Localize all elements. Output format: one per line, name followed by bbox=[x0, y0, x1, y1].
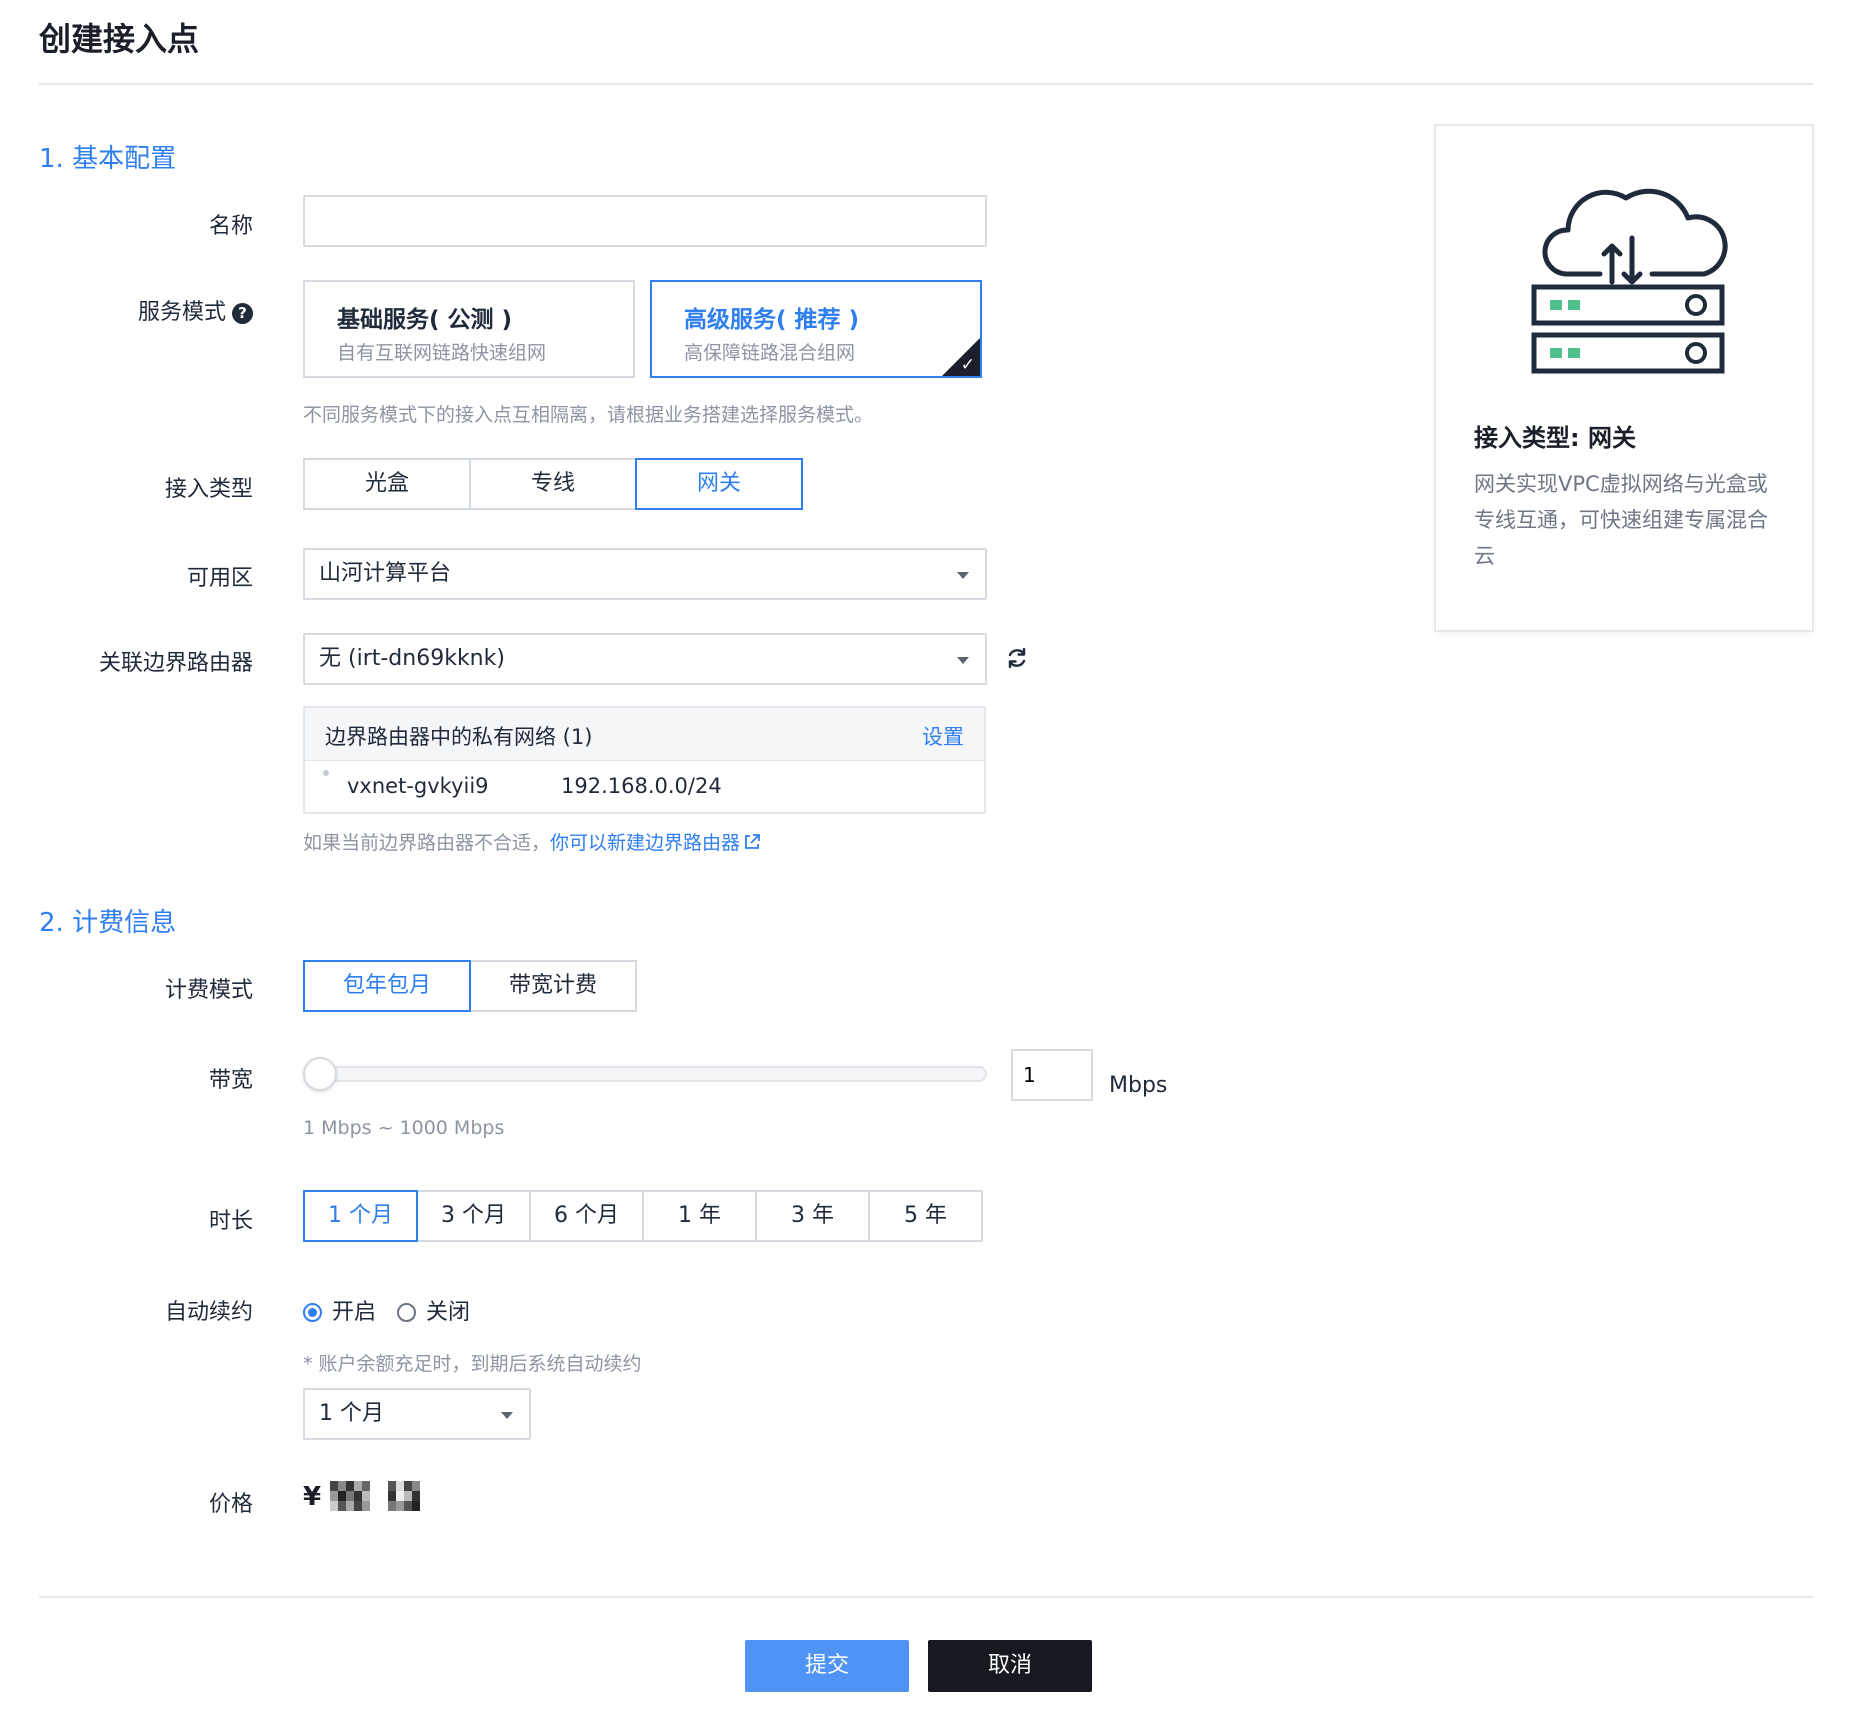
create-border-router-link[interactable]: 你可以新建边界路由器 bbox=[550, 832, 761, 854]
renew-period-value: 1 个月 bbox=[319, 1401, 384, 1426]
duration-segmented: 1 个月 3 个月 6 个月 1 年 3 年 5 年 bbox=[303, 1190, 983, 1242]
zone-label: 可用区 bbox=[186, 566, 253, 591]
create-border-router-link-text: 你可以新建边界路由器 bbox=[550, 832, 741, 854]
price-value: ¥ bbox=[303, 1481, 430, 1512]
duration-option-6m[interactable]: 6 个月 bbox=[529, 1190, 644, 1242]
auto-renew-on-option[interactable]: 开启 bbox=[303, 1300, 376, 1325]
section-title-billing: 2. 计费信息 bbox=[39, 908, 177, 938]
zone-select[interactable]: 山河计算平台 bbox=[303, 548, 987, 600]
price-label: 价格 bbox=[208, 1492, 253, 1517]
service-mode-hint: 不同服务模式下的接入点互相隔离，请根据业务搭建选择服务模式。 bbox=[303, 404, 874, 426]
cloud-gateway-icon bbox=[1531, 188, 1728, 374]
access-type-info-card: 接入类型: 网关 网关实现VPC虚拟网络与光盒或专线互通，可快速组建专属混合云 bbox=[1434, 124, 1814, 632]
bandwidth-slider-thumb[interactable] bbox=[303, 1057, 337, 1091]
footer-divider bbox=[39, 1596, 1813, 1598]
service-mode-basic-card[interactable]: 基础服务( 公测 ) 自有互联网链路快速组网 bbox=[303, 280, 635, 378]
auto-renew-on-label: 开启 bbox=[332, 1300, 377, 1325]
access-type-option-leased-line[interactable]: 专线 bbox=[469, 458, 637, 510]
border-router-hint-text: 如果当前边界路由器不合适， bbox=[303, 832, 551, 854]
router-networks-panel-header: 边界路由器中的私有网络 (1) 设置 bbox=[305, 708, 984, 761]
border-router-select-value: 无 (irt-dn69kknk) bbox=[319, 646, 505, 671]
renew-period-select[interactable]: 1 个月 bbox=[303, 1388, 531, 1440]
duration-option-3y[interactable]: 3 年 bbox=[755, 1190, 870, 1242]
bandwidth-unit: Mbps bbox=[1109, 1073, 1168, 1098]
cancel-button[interactable]: 取消 bbox=[928, 1640, 1092, 1692]
duration-label: 时长 bbox=[208, 1209, 253, 1234]
refresh-icon[interactable] bbox=[1005, 646, 1029, 670]
chevron-down-icon bbox=[957, 572, 969, 579]
border-router-label: 关联边界路由器 bbox=[98, 651, 253, 676]
duration-option-5y[interactable]: 5 年 bbox=[868, 1190, 983, 1242]
name-input[interactable] bbox=[303, 195, 987, 247]
chevron-down-icon bbox=[957, 657, 969, 664]
external-link-icon bbox=[745, 834, 760, 849]
bandwidth-range-hint: 1 Mbps ~ 1000 Mbps bbox=[303, 1117, 505, 1139]
network-name: vxnet-gvkyii9 bbox=[347, 774, 489, 798]
auto-renew-hint: * 账户余额充足时，到期后系统自动续约 bbox=[303, 1353, 642, 1375]
access-type-segmented: 光盒 专线 网关 bbox=[303, 458, 803, 510]
header-divider bbox=[39, 83, 1813, 85]
border-router-select[interactable]: 无 (irt-dn69kknk) bbox=[303, 633, 987, 685]
radio-checked-icon[interactable] bbox=[303, 1303, 322, 1322]
price-redacted-blur bbox=[330, 1481, 421, 1511]
router-networks-panel: 边界路由器中的私有网络 (1) 设置 vxnet-gvkyii9 192.168… bbox=[303, 706, 986, 814]
check-icon: ✓ bbox=[960, 355, 975, 375]
section-title-basic: 1. 基本配置 bbox=[39, 144, 177, 174]
price-currency: ¥ bbox=[303, 1482, 322, 1512]
billing-mode-segmented: 包年包月 带宽计费 bbox=[303, 960, 637, 1012]
auto-renew-off-label: 关闭 bbox=[426, 1300, 471, 1325]
service-mode-label-text: 服务模式 bbox=[137, 300, 226, 325]
service-mode-advanced-card[interactable]: 高级服务( 推荐 ) 高保障链路混合组网 ✓ bbox=[650, 280, 982, 378]
access-type-option-optical-box[interactable]: 光盒 bbox=[303, 458, 471, 510]
auto-renew-label: 自动续约 bbox=[164, 1300, 253, 1325]
list-bullet bbox=[323, 770, 329, 776]
info-card-title: 接入类型: 网关 bbox=[1474, 424, 1636, 452]
submit-button[interactable]: 提交 bbox=[745, 1640, 909, 1692]
access-type-label: 接入类型 bbox=[164, 477, 253, 502]
bandwidth-slider-track[interactable] bbox=[303, 1066, 987, 1082]
duration-option-1y[interactable]: 1 年 bbox=[642, 1190, 757, 1242]
border-router-hint: 如果当前边界路由器不合适，你可以新建边界路由器 bbox=[303, 828, 761, 855]
service-mode-basic-subtitle: 自有互联网链路快速组网 bbox=[337, 342, 547, 364]
service-mode-advanced-subtitle: 高保障链路混合组网 bbox=[684, 342, 856, 364]
service-mode-basic-title: 基础服务( 公测 ) bbox=[337, 307, 513, 333]
question-circle-icon[interactable]: ? bbox=[232, 303, 253, 324]
billing-mode-option-subscription[interactable]: 包年包月 bbox=[303, 960, 471, 1012]
bandwidth-input[interactable] bbox=[1011, 1049, 1093, 1101]
radio-unchecked-icon[interactable] bbox=[397, 1303, 417, 1322]
auto-renew-off-option[interactable]: 关闭 bbox=[397, 1300, 470, 1325]
duration-option-1m[interactable]: 1 个月 bbox=[303, 1190, 418, 1242]
access-type-option-gateway[interactable]: 网关 bbox=[635, 458, 803, 510]
chevron-down-icon bbox=[501, 1412, 513, 1419]
auto-renew-radio-group: 开启 关闭 bbox=[303, 1294, 470, 1326]
service-mode-advanced-title: 高级服务( 推荐 ) bbox=[684, 307, 860, 333]
name-label: 名称 bbox=[208, 214, 253, 239]
billing-mode-option-bandwidth[interactable]: 带宽计费 bbox=[469, 960, 637, 1012]
bandwidth-label: 带宽 bbox=[208, 1068, 253, 1093]
router-networks-settings-link[interactable]: 设置 bbox=[922, 721, 964, 751]
zone-select-value: 山河计算平台 bbox=[319, 561, 452, 586]
network-cidr: 192.168.0.0/24 bbox=[561, 774, 722, 798]
service-mode-label: 服务模式? bbox=[0, 294, 253, 326]
info-card-description: 网关实现VPC虚拟网络与光盒或专线互通，可快速组建专属混合云 bbox=[1474, 472, 1768, 568]
duration-option-3m[interactable]: 3 个月 bbox=[416, 1190, 531, 1242]
page-title: 创建接入点 bbox=[39, 20, 200, 58]
router-networks-panel-title: 边界路由器中的私有网络 (1) bbox=[325, 725, 593, 749]
billing-mode-label: 计费模式 bbox=[164, 978, 253, 1003]
